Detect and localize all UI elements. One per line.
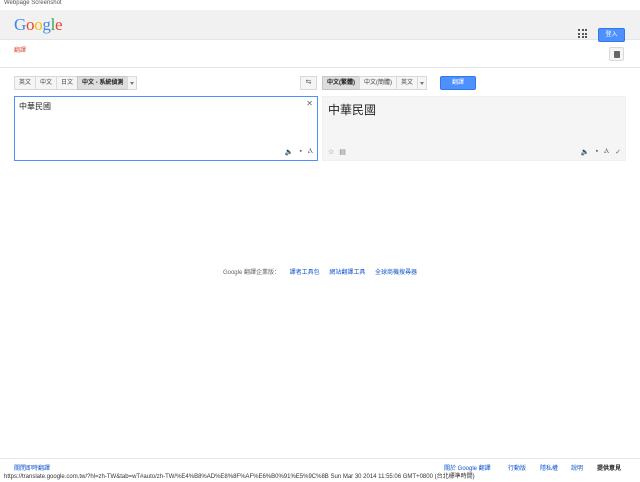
sub-header: 翻譯: [0, 40, 640, 68]
result-panel: 中華民國 ☆ ▤ 🔈 ▪ Ⲁ ✓: [322, 96, 626, 161]
source-lang-japanese[interactable]: 日文: [56, 76, 79, 90]
chat-icon[interactable]: ▪: [596, 148, 598, 156]
translator-toolkit-link[interactable]: 譯者工具包: [290, 270, 320, 276]
source-language-bar: 英文 中文 日文 中文 - 系統偵測: [14, 76, 138, 90]
star-icon[interactable]: ☆: [328, 148, 334, 156]
keyboard-icon[interactable]: Ⲁ: [604, 148, 609, 156]
apps-grid-icon[interactable]: [578, 29, 587, 38]
phrasebook-button[interactable]: [609, 47, 624, 61]
result-left-tools: ☆ ▤: [328, 148, 346, 156]
speaker-icon[interactable]: 🔈: [285, 148, 294, 156]
source-lang-dropdown[interactable]: [127, 76, 138, 90]
clear-icon[interactable]: ✕: [306, 99, 313, 108]
source-lang-detected[interactable]: 中文 - 系統偵測: [77, 76, 129, 90]
target-lang-dropdown[interactable]: [417, 76, 428, 90]
website-translator-link[interactable]: 網站翻譯工具: [329, 270, 365, 276]
window-caption: Webpage Screenshot: [4, 0, 62, 6]
global-market-finder-link[interactable]: 全球商機搜尋器: [375, 270, 417, 276]
top-bar: Google 登入: [0, 10, 640, 42]
result-tools: 🔈 ▪ Ⲁ ✓: [581, 148, 621, 156]
chat-icon[interactable]: ▪: [299, 148, 301, 156]
footer: 關閉即時翻譯 關於 Google 翻譯 行動版 隱私權 說明 提供意見: [0, 458, 640, 472]
google-logo[interactable]: Google: [14, 15, 63, 35]
status-url: https://translate.google.com.tw/?hl=zh-T…: [4, 474, 475, 480]
page-title: 翻譯: [14, 48, 27, 54]
keyboard-icon[interactable]: Ⲁ: [308, 148, 313, 156]
source-text-input[interactable]: 中華民國 ✕ 🔈 ▪ Ⲁ: [14, 96, 318, 161]
about-link[interactable]: 關於 Google 翻譯: [444, 463, 491, 472]
business-links: Google 翻譯企業版： 譯者工具包 網站翻譯工具 全球商機搜尋器: [0, 267, 640, 276]
mobile-link[interactable]: 行動版: [508, 463, 526, 472]
phrasebook-icon: [614, 51, 620, 58]
source-lang-english[interactable]: 英文: [14, 76, 37, 90]
document-icon[interactable]: ▤: [339, 148, 346, 156]
check-icon[interactable]: ✓: [615, 148, 621, 156]
source-text[interactable]: 中華民國: [19, 101, 51, 112]
source-tools: 🔈 ▪ Ⲁ: [285, 148, 313, 156]
target-lang-simplified[interactable]: 中文(簡體): [359, 76, 397, 90]
business-prefix: Google 翻譯企業版：: [222, 270, 280, 276]
privacy-link[interactable]: 隱私權: [540, 463, 558, 472]
swap-languages-button[interactable]: ⇆: [300, 76, 317, 90]
feedback-link[interactable]: 提供意見: [597, 463, 621, 472]
target-language-bar: 中文(繁體) 中文(簡體) 英文: [322, 76, 428, 90]
translate-button[interactable]: 翻譯: [440, 76, 476, 90]
source-lang-chinese[interactable]: 中文: [35, 76, 58, 90]
disable-instant-link[interactable]: 關閉即時翻譯: [14, 463, 50, 472]
target-lang-english[interactable]: 英文: [396, 76, 419, 90]
speaker-icon[interactable]: 🔈: [581, 148, 590, 156]
result-text: 中華民國: [328, 103, 377, 117]
help-link[interactable]: 說明: [571, 463, 583, 472]
target-lang-traditional[interactable]: 中文(繁體): [322, 76, 360, 90]
